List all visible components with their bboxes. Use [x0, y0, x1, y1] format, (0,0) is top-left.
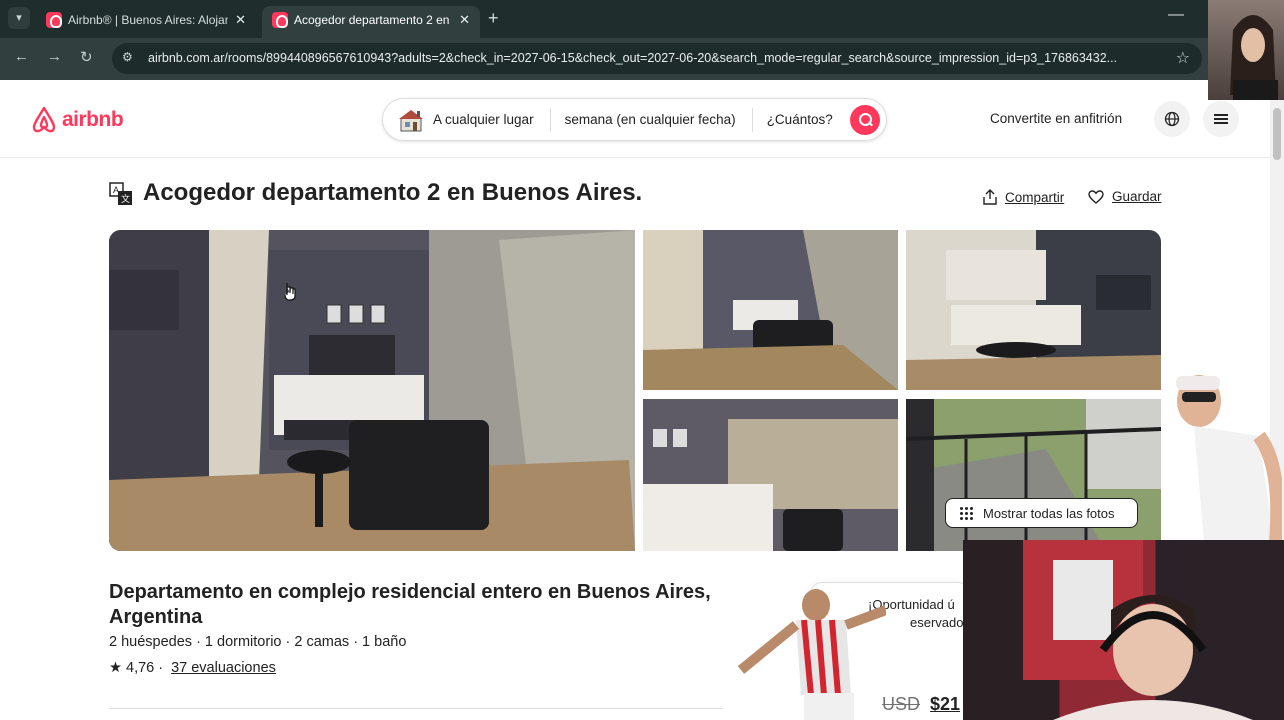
airbnb-favicon-icon — [46, 12, 62, 28]
airbnb-favicon-icon — [272, 12, 288, 28]
overlay-image-top — [1208, 0, 1284, 100]
rating-row: ★ 4,76 · 37 evaluaciones — [109, 660, 276, 676]
reload-icon[interactable]: ↻ — [80, 48, 93, 66]
search-bar[interactable]: A cualquier lugar semana (en cualquier f… — [382, 98, 887, 141]
bedroom-photo — [643, 230, 898, 390]
airbnb-logo-icon — [32, 106, 56, 133]
close-icon[interactable]: ✕ — [459, 6, 470, 34]
overlay-image-person — [1164, 366, 1284, 543]
search-divider — [549, 107, 551, 132]
webcam-overlay — [963, 540, 1284, 720]
kitchen-photo — [906, 230, 1161, 390]
separator-dot: · — [158, 660, 164, 676]
listing-photo-4[interactable] — [643, 399, 898, 551]
new-tab-icon[interactable]: + — [488, 8, 499, 29]
bookmark-star-icon[interactable]: ☆ — [1176, 48, 1190, 68]
search-where[interactable]: A cualquier lugar — [433, 112, 548, 127]
grid-icon — [960, 506, 973, 520]
save-button[interactable]: Guardar — [1088, 189, 1162, 204]
save-label: Guardar — [1112, 189, 1162, 204]
svg-text:文: 文 — [121, 193, 130, 204]
show-all-photos-label: Mostrar todas las fotos — [983, 505, 1115, 521]
listing-subtitle: Departamento en complejo residencial ent… — [109, 581, 711, 628]
become-host-link[interactable]: Convertite en anfitrión — [990, 111, 1122, 126]
search-when[interactable]: semana (en cualquier fecha) — [565, 112, 750, 127]
search-button-icon[interactable] — [850, 105, 880, 135]
share-button[interactable]: Compartir — [983, 189, 1064, 205]
overlay-image-player — [737, 589, 886, 720]
show-all-photos-button[interactable]: Mostrar todas las fotos — [945, 498, 1138, 528]
site-header: airbnb A cualquier lugar semana (en cual… — [0, 80, 1270, 158]
airbnb-logo[interactable]: airbnb — [30, 104, 124, 136]
share-label: Compartir — [1005, 189, 1065, 205]
house-icon — [399, 109, 423, 131]
forward-icon[interactable]: → — [47, 48, 62, 65]
listing-details: 2 huéspedes · 1 dormitorio · 2 camas · 1… — [109, 634, 407, 650]
tab-title: Acogedor departamento 2 en B — [294, 13, 452, 27]
listing-photo-2[interactable] — [643, 230, 898, 390]
tab-search-icon[interactable]: ▾ — [8, 7, 30, 29]
listing-photo-5[interactable] — [906, 399, 1161, 551]
price-original: USD — [882, 694, 921, 714]
divider — [109, 708, 723, 709]
tab-title: Airbnb® | Buenos Aires: Alojam — [68, 13, 228, 27]
url-text[interactable]: airbnb.com.ar/rooms/899440896567610943?a… — [148, 51, 1163, 65]
balcony-photo — [906, 399, 1161, 551]
heart-icon — [1088, 189, 1104, 204]
bedroom-photo — [109, 230, 635, 551]
rating-value: 4,76 — [126, 660, 155, 676]
page-title: Acogedor departamento 2 en Buenos Aires. — [143, 179, 643, 206]
cursor-icon — [284, 283, 296, 301]
site-settings-icon[interactable]: ⚙ — [122, 50, 136, 64]
listing-photo-3[interactable] — [906, 230, 1161, 390]
reviews-link[interactable]: 37 evaluaciones — [171, 660, 276, 676]
scrollbar-thumb[interactable] — [1273, 108, 1281, 160]
translate-icon: A 文 — [109, 182, 132, 205]
minimize-icon[interactable]: — — [1168, 6, 1184, 24]
back-icon[interactable]: ← — [14, 48, 29, 65]
menu-icon[interactable] — [1203, 101, 1239, 137]
bedroom-photo — [643, 399, 898, 551]
close-icon[interactable]: ✕ — [235, 6, 246, 34]
star-icon: ★ — [109, 660, 122, 676]
price-current[interactable]: $21 — [930, 694, 963, 715]
promo-text-2: eservado — [910, 615, 964, 630]
browser-tabbar: ▾ Airbnb® | Buenos Aires: Alojam ✕ Acoge… — [0, 0, 1284, 38]
tab-listing[interactable]: Acogedor departamento 2 en B ✕ — [262, 6, 480, 38]
search-divider — [751, 107, 753, 132]
tab-airbnb-search[interactable]: Airbnb® | Buenos Aires: Alojam ✕ — [36, 6, 256, 38]
share-icon — [983, 189, 997, 205]
svg-text:A: A — [113, 185, 119, 195]
search-who[interactable]: ¿Cuántos? — [767, 112, 847, 127]
listing-photo-main[interactable] — [109, 230, 635, 551]
logo-text: airbnb — [62, 108, 124, 131]
address-bar[interactable]: ⚙ airbnb.com.ar/rooms/899440896567610943… — [112, 43, 1202, 74]
browser-toolbar: ← → ↻ ⚙ airbnb.com.ar/rooms/899440896567… — [0, 38, 1284, 80]
globe-icon[interactable] — [1154, 101, 1190, 137]
